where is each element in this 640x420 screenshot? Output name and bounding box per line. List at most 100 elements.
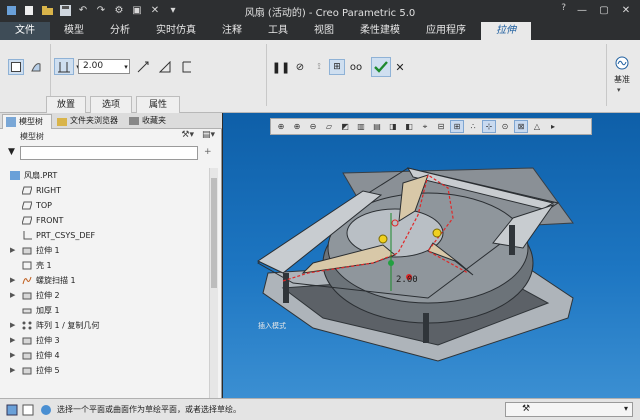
tree-item-helical-sweep-1[interactable]: ▶ 螺旋扫描 1 — [0, 273, 200, 288]
tree-item-extrude-3[interactable]: ▶ 拉伸 3 — [0, 333, 200, 348]
glasses-preview-button[interactable]: oo — [348, 59, 364, 75]
maximize-icon[interactable]: ▢ — [594, 2, 614, 18]
blind-depth-icon — [58, 61, 70, 72]
tab-applications[interactable]: 应用程序 — [414, 22, 478, 40]
flip-direction-button[interactable] — [134, 58, 152, 75]
no-preview-icon: ⊘ — [295, 61, 305, 73]
extrude-icon — [22, 337, 32, 345]
expand-arrow-icon[interactable]: ▶ — [10, 318, 15, 333]
tab-extrude[interactable]: 拉伸 — [481, 22, 531, 40]
tree-item-shell-1[interactable]: 壳 1 — [0, 258, 200, 273]
tree-item-extrude-2[interactable]: ▶ 拉伸 2 — [0, 288, 200, 303]
tree-item-right[interactable]: RIGHT — [0, 183, 200, 198]
depth-option-button[interactable] — [54, 58, 74, 75]
tab-model[interactable]: 模型 — [52, 22, 96, 40]
quick-access-toolbar: ↶ ↷ ⚙ ▣ ✕ ▾ — [4, 3, 180, 18]
verify-preview-icon: ⊞ — [333, 62, 341, 72]
graphics-viewport[interactable]: ⊕ ⊕ ⊖ ▱ ◩ ▥ ▤ ◨ ◧ ⌖ ⊟ ⊞ ∴ ⊹ ⊙ ⊠ △ ▸ 2.00… — [223, 113, 640, 398]
tab-placement[interactable]: 放置 — [46, 96, 86, 113]
depth-value-dropdown-icon[interactable]: ▾ — [122, 59, 130, 74]
extrude-icon — [22, 352, 32, 360]
customize-arrow-icon[interactable]: ▾ — [166, 3, 180, 17]
expand-arrow-icon[interactable]: ▶ — [10, 273, 15, 288]
tab-properties[interactable]: 属性 — [136, 96, 180, 113]
solid-extrude-button[interactable] — [8, 59, 24, 75]
tree-item-pattern-1[interactable]: ▶ 阵列 1 / 复制几何 — [0, 318, 200, 333]
regenerate-icon[interactable]: ⚙ — [112, 3, 126, 17]
tree-search-input[interactable] — [20, 146, 198, 160]
surface-extrude-button[interactable] — [28, 59, 44, 75]
pause-button[interactable]: ❚❚ — [271, 59, 291, 75]
save-icon[interactable] — [58, 3, 72, 17]
solid-icon — [11, 62, 21, 72]
list-view-icon[interactable] — [22, 404, 34, 416]
tab-live-simulation[interactable]: 实时仿真 — [144, 22, 208, 40]
datum-icon — [615, 56, 629, 70]
tree-item-thicken-1[interactable]: 加厚 1 — [0, 303, 200, 318]
datum-plane-icon — [22, 216, 32, 225]
redo-icon[interactable]: ↷ — [94, 3, 108, 17]
cancel-button[interactable]: ✕ — [393, 59, 407, 75]
tab-folder-browser[interactable]: 文件夹浏览器 — [54, 114, 122, 129]
tab-file[interactable]: 文件 — [0, 22, 50, 40]
tab-options[interactable]: 选项 — [90, 96, 132, 113]
minimize-icon[interactable]: — — [572, 2, 592, 18]
datum-dropdown-icon[interactable]: ▾ — [617, 86, 621, 94]
scrollbar-thumb[interactable] — [211, 178, 217, 288]
tab-favorites[interactable]: 收藏夹 — [126, 114, 172, 129]
close-window-icon[interactable]: ✕ — [148, 3, 162, 17]
close-icon[interactable]: ✕ — [616, 2, 636, 18]
help-controls: ? — [561, 3, 566, 13]
tree-tools: ⚒▾ ▤▾ — [181, 130, 215, 140]
tab-model-tree[interactable]: 模型树 — [2, 114, 52, 129]
separate-preview-icon: ⟟ — [317, 62, 321, 72]
part-icon — [10, 171, 20, 180]
tree-item-part[interactable]: 风扇.PRT — [0, 168, 200, 183]
tree-item-extrude-4[interactable]: ▶ 拉伸 4 — [0, 348, 200, 363]
open-folder-icon[interactable] — [40, 3, 54, 17]
tree-scrollbar[interactable] — [209, 168, 218, 398]
tab-flexible-modeling[interactable]: 柔性建模 — [348, 22, 412, 40]
tab-view[interactable]: 视图 — [302, 22, 346, 40]
undo-icon[interactable]: ↶ — [76, 3, 90, 17]
new-file-icon[interactable] — [22, 3, 36, 17]
remove-material-button[interactable] — [156, 58, 174, 75]
feature-mode-label: 插入模式 — [258, 322, 286, 330]
ok-button[interactable] — [371, 57, 391, 77]
filter-icon[interactable]: ▼ — [8, 147, 15, 157]
flip-direction-icon — [137, 61, 149, 72]
tab-tools[interactable]: 工具 — [256, 22, 300, 40]
windows-icon[interactable]: ▣ — [130, 3, 144, 17]
expand-arrow-icon[interactable]: ▶ — [10, 243, 15, 258]
thicken-sketch-button[interactable] — [178, 58, 196, 75]
smart-filter-icon[interactable] — [6, 404, 18, 416]
tree-show-icon[interactable]: ▤▾ — [202, 130, 215, 140]
pause-icon: ❚❚ — [271, 60, 291, 74]
app-icon[interactable] — [4, 3, 18, 17]
extrude-icon — [22, 367, 32, 375]
panel-tab-row: 模型树 文件夹浏览器 收藏夹 — [0, 113, 222, 129]
tab-analysis[interactable]: 分析 — [98, 22, 142, 40]
tree-item-front[interactable]: FRONT — [0, 213, 200, 228]
extrude-icon — [22, 247, 32, 255]
expand-arrow-icon[interactable]: ▶ — [10, 288, 15, 303]
title-bar: ↶ ↷ ⚙ ▣ ✕ ▾ 风扇 (活动的) - Creo Parametric 5… — [0, 0, 640, 22]
tree-item-extrude-1[interactable]: ▶ 拉伸 1 — [0, 243, 200, 258]
expand-arrow-icon[interactable]: ▶ — [10, 333, 15, 348]
tab-annotate[interactable]: 注释 — [210, 22, 254, 40]
expand-arrow-icon[interactable]: ▶ — [10, 348, 15, 363]
tree-settings-icon[interactable]: ⚒▾ — [181, 130, 194, 140]
verify-preview-button[interactable]: ⊞ — [329, 59, 345, 75]
expand-arrow-icon[interactable]: ▶ — [10, 363, 15, 378]
depth-dimension-label[interactable]: 2.00 — [396, 275, 418, 285]
tree-item-extrude-5[interactable]: ▶ 拉伸 5 — [0, 363, 200, 378]
separate-preview-button[interactable]: ⟟ — [311, 59, 327, 75]
help-icon[interactable]: ? — [561, 3, 566, 13]
tree-item-csys[interactable]: PRT_CSYS_DEF — [0, 228, 200, 243]
fan-model[interactable] — [223, 113, 640, 398]
no-preview-button[interactable]: ⊘ — [292, 59, 308, 75]
selection-filter-dropdown[interactable]: ⚒ ▾ — [505, 402, 633, 417]
datum-button[interactable] — [612, 54, 632, 72]
add-filter-icon[interactable]: + — [204, 147, 212, 157]
tree-item-top[interactable]: TOP — [0, 198, 200, 213]
